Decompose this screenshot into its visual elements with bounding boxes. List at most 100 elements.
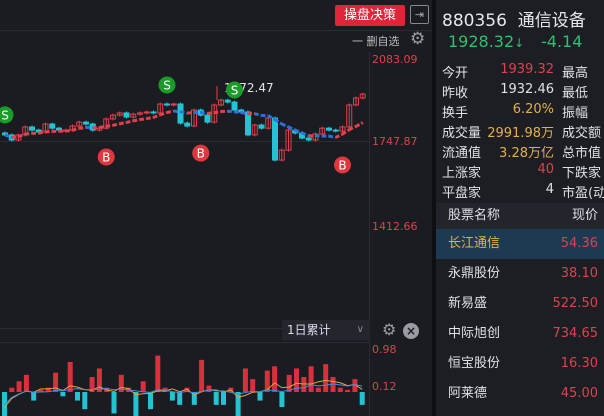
quote-value: 4 [545,182,554,197]
volume-bar [169,392,175,401]
quote-row: 平盘家 4 市盈(动 [442,182,604,201]
moving-average-segment [335,132,344,139]
moving-average-segment [281,122,290,129]
quote-row: 流通值 3.28万亿 总市值 [442,142,602,161]
volume-bar [177,392,183,405]
volume-bar [264,370,270,392]
volume-bar [250,379,256,392]
column-header-name[interactable]: 股票名称 [448,203,500,229]
stock-price: 45.00 [560,386,598,401]
candle [143,111,150,114]
candle [245,111,251,136]
volume-ma-line [4,379,363,408]
candle [29,126,35,131]
quote-row: 昨收 1932.46 最低 [442,82,602,101]
moving-average-segment [132,118,141,123]
gear-icon[interactable]: ⚙ [382,320,396,339]
volume-bar [308,366,314,392]
quote-row: 成交量 2991.98万 成交额 [442,122,602,141]
volume-bar [155,355,161,392]
candle [224,99,231,103]
column-header-price[interactable]: 现价 [572,203,598,229]
stock-price: 734.65 [552,326,599,341]
stock-price: 522.50 [552,296,599,311]
stock-price: 38.10 [560,266,598,281]
volume-bar [315,387,321,392]
moving-average-segment [126,119,134,124]
volume-bar [23,374,29,392]
collapse-right-icon[interactable]: ⇥ [410,5,429,24]
quote-row: 换手 6.20% 振幅 [442,102,602,121]
moving-average-segment [106,123,114,128]
candle [326,127,332,131]
stock-list-item[interactable]: 长江通信 54.36 [436,229,604,259]
signal-label: B [102,150,110,164]
quote-row: 今开 1939.32 最高 [442,62,602,81]
stock-list-item[interactable]: 新易盛 522.50 [436,289,604,319]
candle [49,123,56,129]
moving-average-segment [112,122,121,127]
quote-row: 上涨家 40 下跌家 [442,162,602,181]
candle [123,112,130,118]
volume-bar [16,381,22,392]
volume-ma-line [4,383,363,406]
quote-label: 下跌家 [562,166,602,181]
signal-label: S [1,108,9,122]
candle [258,124,265,129]
close-icon[interactable]: × [403,323,419,339]
moving-average-segment [146,115,154,121]
volume-bar [279,392,285,407]
stock-name: 永鼎股份 [448,266,501,281]
moving-average-segment [187,110,195,115]
price-change: -4.14 [541,32,583,51]
moving-average-segment [227,109,235,114]
price-axis-label: 2083.09 [372,53,418,66]
moving-average-segment [254,112,262,117]
volume-bar [111,392,117,414]
volume-bar [272,366,278,392]
volume-bar [359,392,365,405]
volume-bar [133,392,139,416]
stock-name: 新易盛 [448,296,488,311]
volume-bar [82,392,88,410]
candle [170,103,177,106]
signal-label: B [338,158,346,172]
index-code: 880356 [442,11,507,31]
quote-value: 6.20% [512,102,554,117]
quote-value: 3.28万亿 [499,146,554,161]
volume-bar [2,392,7,416]
quote-value: 40 [537,162,554,177]
volume-bar [323,364,329,392]
stock-list-item[interactable]: 永鼎股份 38.10 [436,259,604,289]
volume-bar [337,387,343,392]
quote-panel: 880356 通信设备 1928.32↓ -4.14 今开 1939.32 最高 昨收… [436,0,604,416]
volume-bar [53,372,59,392]
price-value: 1928.32 [448,32,515,51]
stock-list-item[interactable]: 阿莱德 45.00 [436,379,604,409]
stock-price: 54.36 [560,236,598,251]
moving-average-segment [200,111,208,115]
stock-list-item[interactable]: 中际旭创 734.65 [436,319,604,349]
quote-label: 成交额 [562,126,602,141]
quote-value: 2991.98万 [487,126,554,141]
moving-average-segment [99,124,107,129]
volume-bar [213,392,219,405]
quote-label: 最低 [562,86,589,101]
price-axis-label: 1412.66 [372,220,418,233]
volume-bar [257,392,263,401]
candle [150,111,157,114]
quote-label: 最高 [562,66,589,81]
moving-average-segment [180,110,188,115]
moving-average-segment [25,131,33,136]
quote-value: 1939.32 [500,62,554,77]
volume-bar [75,392,80,401]
chart-area[interactable]: 操盘决策 ⇥ 一 删自选 ⚙ 2083.09 1747.87 1412.66 1… [0,0,432,416]
moving-average-segment [355,121,364,128]
volume-bar [206,385,212,392]
volume-bar [148,392,153,410]
stock-list-item[interactable]: 恒宝股份 16.30 [436,349,604,379]
gear-icon[interactable]: ⚙ [410,29,425,49]
moving-average-segment [213,109,222,115]
candlestick-chart[interactable]: 1972.47SS SB BB [0,0,370,416]
candle [184,122,191,127]
